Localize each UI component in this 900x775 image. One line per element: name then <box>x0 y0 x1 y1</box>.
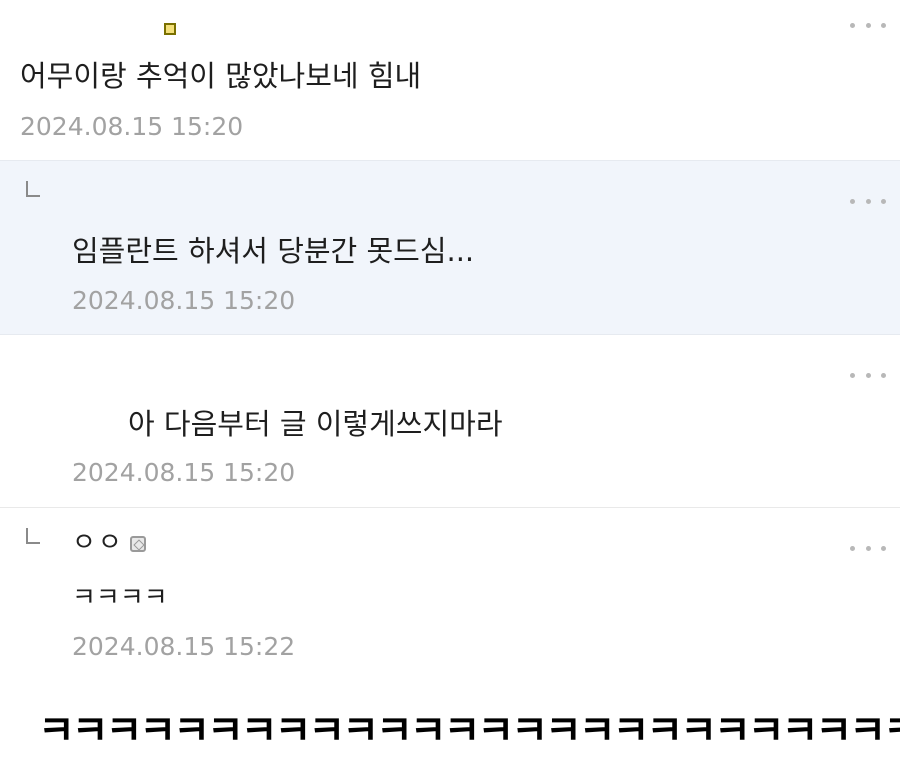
more-options-button[interactable] <box>850 196 886 206</box>
more-dots-icon <box>865 372 871 378</box>
more-options-button[interactable] <box>850 543 886 553</box>
more-dots-icon <box>865 22 871 28</box>
reply-arrow-icon <box>26 181 40 197</box>
comment-reply-item: ㅇㅇ ㅋㅋㅋㅋ 2024.08.15 15:22 <box>0 510 900 685</box>
comment-body: ㅋㅋㅋㅋ <box>72 583 168 613</box>
comment-reply-item: 아 다음부터 글 이렇게쓰지마라 2024.08.15 15:20 <box>0 336 900 508</box>
more-options-button[interactable] <box>850 20 886 30</box>
comment-timestamp: 2024.08.15 15:20 <box>72 286 296 315</box>
comment-thread-page: 어무이랑 추억이 많았나보네 힘내 2024.08.15 15:20 임플란트 … <box>0 0 900 775</box>
more-dots-icon <box>881 22 886 28</box>
caption-text: ㅋㅋㅋㅋㅋㅋㅋㅋㅋㅋㅋㅋㅋㅋㅋㅋㅋㅋㅋㅋㅋㅋㅋㅋㅋㅋㅋㅋㅋㅋ <box>38 708 900 754</box>
comment-reply-item: 임플란트 하셔서 당분간 못드심... 2024.08.15 15:20 <box>0 160 900 335</box>
sticker-icon <box>130 536 146 552</box>
more-dots-icon <box>865 545 871 551</box>
more-dots-icon <box>881 545 886 551</box>
more-dots-icon <box>850 372 855 378</box>
reply-arrow-icon <box>26 528 40 544</box>
comment-author[interactable]: ㅇㅇ <box>72 528 124 558</box>
comment-timestamp: 2024.08.15 15:22 <box>72 632 296 661</box>
emoji-icon <box>164 23 176 35</box>
comment-item: 어무이랑 추억이 많았나보네 힘내 2024.08.15 15:20 <box>0 0 900 160</box>
more-dots-icon <box>850 198 855 204</box>
comment-body: 어무이랑 추억이 많았나보네 힘내 <box>20 59 422 93</box>
comment-body: 임플란트 하셔서 당분간 못드심... <box>72 234 475 268</box>
more-dots-icon <box>850 22 855 28</box>
comment-timestamp: 2024.08.15 15:20 <box>72 458 296 487</box>
more-options-button[interactable] <box>850 370 886 380</box>
comment-body: 아 다음부터 글 이렇게쓰지마라 <box>128 407 503 441</box>
more-dots-icon <box>881 372 886 378</box>
more-dots-icon <box>881 198 886 204</box>
comment-timestamp: 2024.08.15 15:20 <box>20 112 244 141</box>
more-dots-icon <box>865 198 871 204</box>
more-dots-icon <box>850 545 855 551</box>
